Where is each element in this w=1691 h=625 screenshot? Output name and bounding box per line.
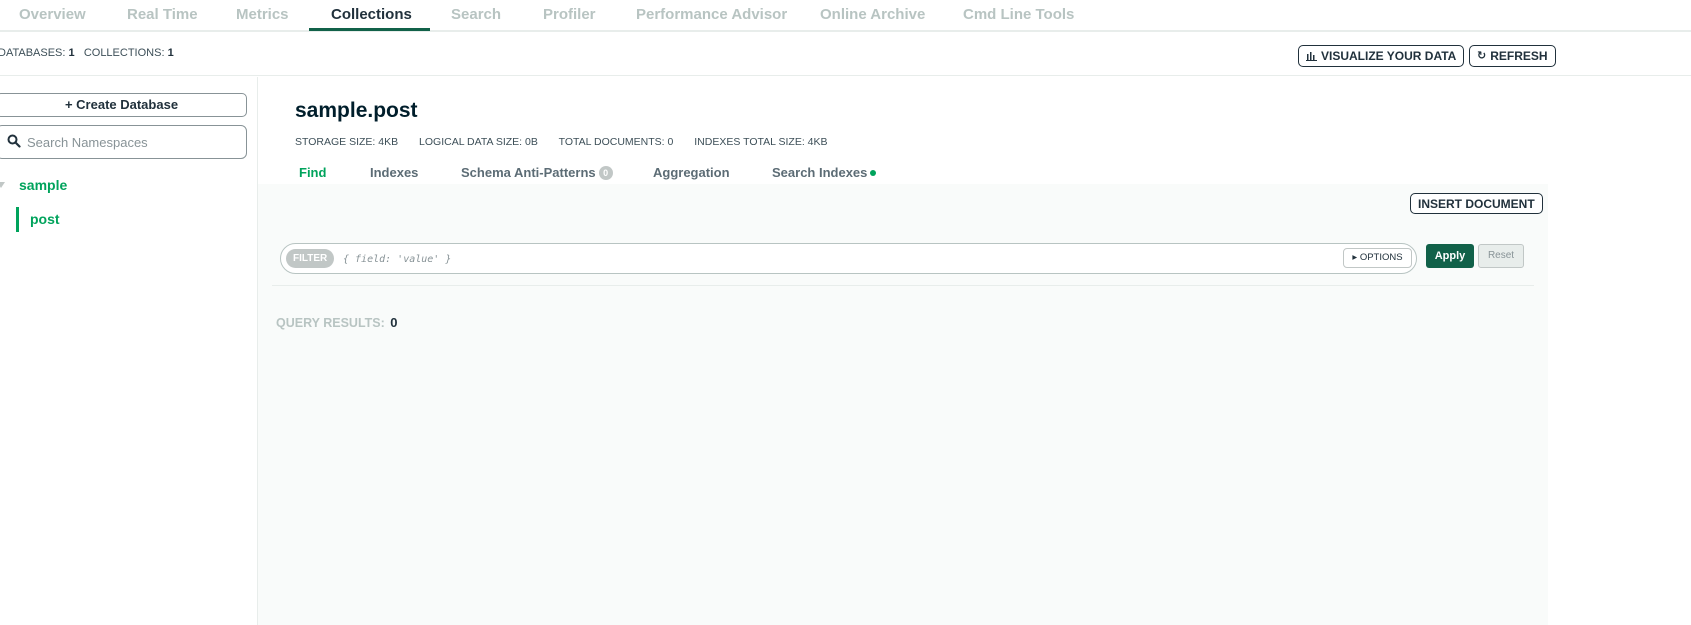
visualize-data-label: VISUALIZE YOUR DATA xyxy=(1321,49,1457,63)
cluster-stats: DATABASES: 1 COLLECTIONS: 1 xyxy=(0,47,174,59)
collections-count: 1 xyxy=(167,47,174,59)
search-icon xyxy=(7,134,21,148)
tab-search-indexes[interactable]: Search Indexes xyxy=(772,165,877,180)
tab-profiler[interactable]: Profiler xyxy=(543,0,596,32)
create-database-button[interactable]: + Create Database xyxy=(0,93,247,117)
cluster-stats-bar: DATABASES: 1 COLLECTIONS: 1 VISUALIZE YO… xyxy=(0,32,1691,76)
find-workspace: INSERT DOCUMENT FILTER ▸ OPTIONS Apply R… xyxy=(258,184,1548,625)
search-namespaces-input[interactable] xyxy=(27,132,237,152)
schema-count-badge: 0 xyxy=(598,165,613,180)
tab-cmd-line-tools[interactable]: Cmd Line Tools xyxy=(963,0,1074,32)
collection-main: sample.post STORAGE SIZE: 4KB LOGICAL DA… xyxy=(258,77,1691,625)
namespace-title: sample.post xyxy=(295,99,418,122)
collections-label: COLLECTIONS: xyxy=(83,47,165,59)
active-tab-indicator xyxy=(309,28,430,31)
reset-button[interactable]: Reset xyxy=(1478,244,1524,268)
filter-query-input[interactable] xyxy=(343,250,1333,268)
sidebar-item-collection[interactable]: post xyxy=(16,207,60,232)
query-results-label: QUERY RESULTS: xyxy=(276,316,385,330)
tab-find-label: Find xyxy=(299,165,327,180)
tab-find[interactable]: Find xyxy=(299,165,326,180)
tab-schema-label: Schema Anti-Patterns xyxy=(461,165,596,180)
refresh-icon: ↻ xyxy=(1477,50,1487,62)
refresh-button[interactable]: ↻ REFRESH xyxy=(1469,45,1556,67)
databases-label: DATABASES: xyxy=(0,47,66,59)
options-button[interactable]: ▸ OPTIONS xyxy=(1343,248,1412,268)
logical-data-size: LOGICAL DATA SIZE: 0B xyxy=(419,136,538,148)
tab-real-time[interactable]: Real Time xyxy=(127,0,198,32)
insert-document-button[interactable]: INSERT DOCUMENT xyxy=(1410,193,1543,214)
tab-search-indexes-label: Search Indexes xyxy=(772,165,868,180)
collection-subtabs: Find Indexes Schema Anti-Patterns 0 Aggr… xyxy=(258,161,1691,184)
tab-aggregation-label: Aggregation xyxy=(653,165,730,180)
tab-schema-anti-patterns[interactable]: Schema Anti-Patterns 0 xyxy=(461,165,613,180)
filter-label: FILTER xyxy=(286,249,335,268)
search-namespaces-field[interactable] xyxy=(0,125,247,159)
top-nav: Overview Real Time Metrics Collections S… xyxy=(0,0,1691,32)
bar-chart-icon xyxy=(1306,52,1317,61)
refresh-label: REFRESH xyxy=(1490,49,1548,63)
tab-performance-advisor[interactable]: Performance Advisor xyxy=(636,0,787,32)
visualize-data-button[interactable]: VISUALIZE YOUR DATA xyxy=(1298,45,1465,67)
options-label: OPTIONS xyxy=(1359,252,1403,263)
tab-online-archive[interactable]: Online Archive xyxy=(820,0,925,32)
tab-indexes-label: Indexes xyxy=(370,165,419,180)
divider xyxy=(272,285,1534,286)
filter-bar: FILTER ▸ OPTIONS xyxy=(280,243,1417,274)
tab-overview[interactable]: Overview xyxy=(19,0,86,32)
database-name: sample xyxy=(19,177,68,193)
apply-button[interactable]: Apply xyxy=(1426,244,1474,268)
total-documents: TOTAL DOCUMENTS: 0 xyxy=(558,136,674,148)
caret-down-icon[interactable] xyxy=(0,182,5,188)
indexes-total-size: INDEXES TOTAL SIZE: 4KB xyxy=(694,136,828,148)
namespace-sidebar: + Create Database sample post xyxy=(0,77,258,625)
caret-right-icon: ▸ xyxy=(1352,252,1358,263)
collection-stats: STORAGE SIZE: 4KB LOGICAL DATA SIZE: 0B … xyxy=(295,136,846,148)
databases-count: 1 xyxy=(68,47,75,59)
tab-indexes[interactable]: Indexes xyxy=(370,165,418,180)
tab-search[interactable]: Search xyxy=(451,0,501,32)
query-results-count: 0 xyxy=(390,315,398,330)
tab-aggregation[interactable]: Aggregation xyxy=(653,165,730,180)
storage-size: STORAGE SIZE: 4KB xyxy=(295,136,399,148)
status-dot-icon xyxy=(870,169,877,176)
tab-metrics[interactable]: Metrics xyxy=(236,0,289,32)
query-results: QUERY RESULTS: 0 xyxy=(276,315,398,330)
